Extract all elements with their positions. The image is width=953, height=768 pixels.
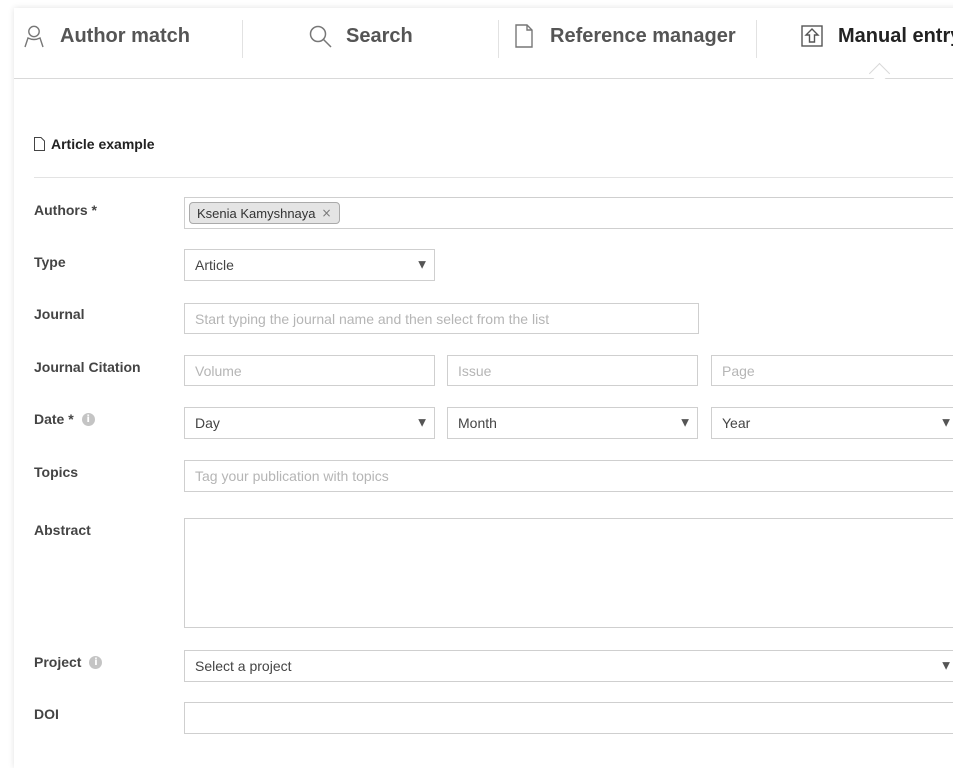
- year-select-value: Year: [722, 415, 751, 431]
- journal-placeholder: Start typing the journal name and then s…: [195, 310, 550, 327]
- document-icon: [515, 24, 533, 48]
- chevron-down-icon: ▼: [418, 259, 426, 271]
- doi-input[interactable]: [184, 702, 953, 734]
- year-select[interactable]: Year ▼: [711, 407, 953, 439]
- day-select-value: Day: [195, 415, 220, 431]
- project-select[interactable]: Select a project ▼: [184, 650, 953, 682]
- abstract-textarea[interactable]: [184, 518, 953, 628]
- type-select-value: Article: [195, 257, 234, 273]
- tab-author-match-label: Author match: [60, 24, 190, 47]
- journal-label: Journal: [34, 306, 85, 322]
- document-icon: [34, 137, 45, 151]
- journal-citation-label: Journal Citation: [34, 359, 141, 375]
- type-label: Type: [34, 254, 66, 270]
- section-title-text: Article example: [51, 136, 155, 152]
- author-chip: Ksenia Kamyshnaya ×: [189, 202, 340, 224]
- info-icon[interactable]: i: [81, 412, 95, 426]
- search-icon: [309, 25, 332, 48]
- tab-manual-entry-label: Manual entry: [838, 24, 953, 47]
- type-select[interactable]: Article ▼: [184, 249, 435, 281]
- info-icon[interactable]: i: [89, 655, 103, 669]
- manual-entry-panel: Author match Search Reference manager Ma…: [14, 8, 953, 768]
- tab-reference-manager[interactable]: Reference manager: [512, 8, 736, 64]
- issue-input[interactable]: Issue: [447, 355, 698, 386]
- tab-bar: Author match Search Reference manager Ma…: [14, 8, 953, 85]
- topics-input[interactable]: Tag your publication with topics: [184, 460, 953, 492]
- issue-placeholder: Issue: [458, 362, 492, 379]
- day-select[interactable]: Day ▼: [184, 407, 435, 439]
- page-placeholder: Page: [722, 362, 755, 379]
- tab-divider: [242, 20, 243, 58]
- page-input[interactable]: Page: [711, 355, 953, 386]
- topics-label: Topics: [34, 464, 79, 480]
- month-select-value: Month: [458, 415, 497, 431]
- doi-label: DOI: [34, 706, 59, 722]
- date-label: Date * i: [34, 411, 95, 427]
- active-tab-pointer: [868, 62, 891, 85]
- chevron-down-icon: ▼: [942, 417, 950, 429]
- topics-placeholder: Tag your publication with topics: [195, 468, 389, 484]
- upload-icon: [801, 25, 823, 47]
- author-chip-name: Ksenia Kamyshnaya: [197, 205, 316, 221]
- tab-divider: [498, 20, 499, 58]
- authors-label: Authors *: [34, 202, 97, 218]
- project-select-value: Select a project: [195, 658, 292, 674]
- volume-input[interactable]: Volume: [184, 355, 435, 386]
- section-divider: [34, 177, 953, 178]
- project-label: Project i: [34, 654, 103, 670]
- journal-input[interactable]: Start typing the journal name and then s…: [184, 303, 699, 334]
- tab-manual-entry[interactable]: Manual entry: [800, 8, 953, 64]
- authors-input[interactable]: Ksenia Kamyshnaya ×: [184, 197, 953, 229]
- section-title: Article example: [34, 136, 155, 152]
- tab-search[interactable]: Search: [308, 8, 413, 64]
- abstract-label: Abstract: [34, 522, 91, 538]
- chevron-down-icon: ▼: [942, 660, 950, 672]
- tab-divider: [756, 20, 757, 58]
- chevron-down-icon: ▼: [681, 417, 689, 429]
- remove-author-icon[interactable]: ×: [322, 206, 332, 220]
- tab-search-label: Search: [346, 24, 413, 47]
- chevron-down-icon: ▼: [418, 417, 426, 429]
- month-select[interactable]: Month ▼: [447, 407, 698, 439]
- tab-reference-manager-label: Reference manager: [550, 24, 736, 47]
- tab-author-match[interactable]: Author match: [22, 8, 190, 64]
- volume-placeholder: Volume: [195, 362, 242, 379]
- person-icon: [24, 25, 44, 48]
